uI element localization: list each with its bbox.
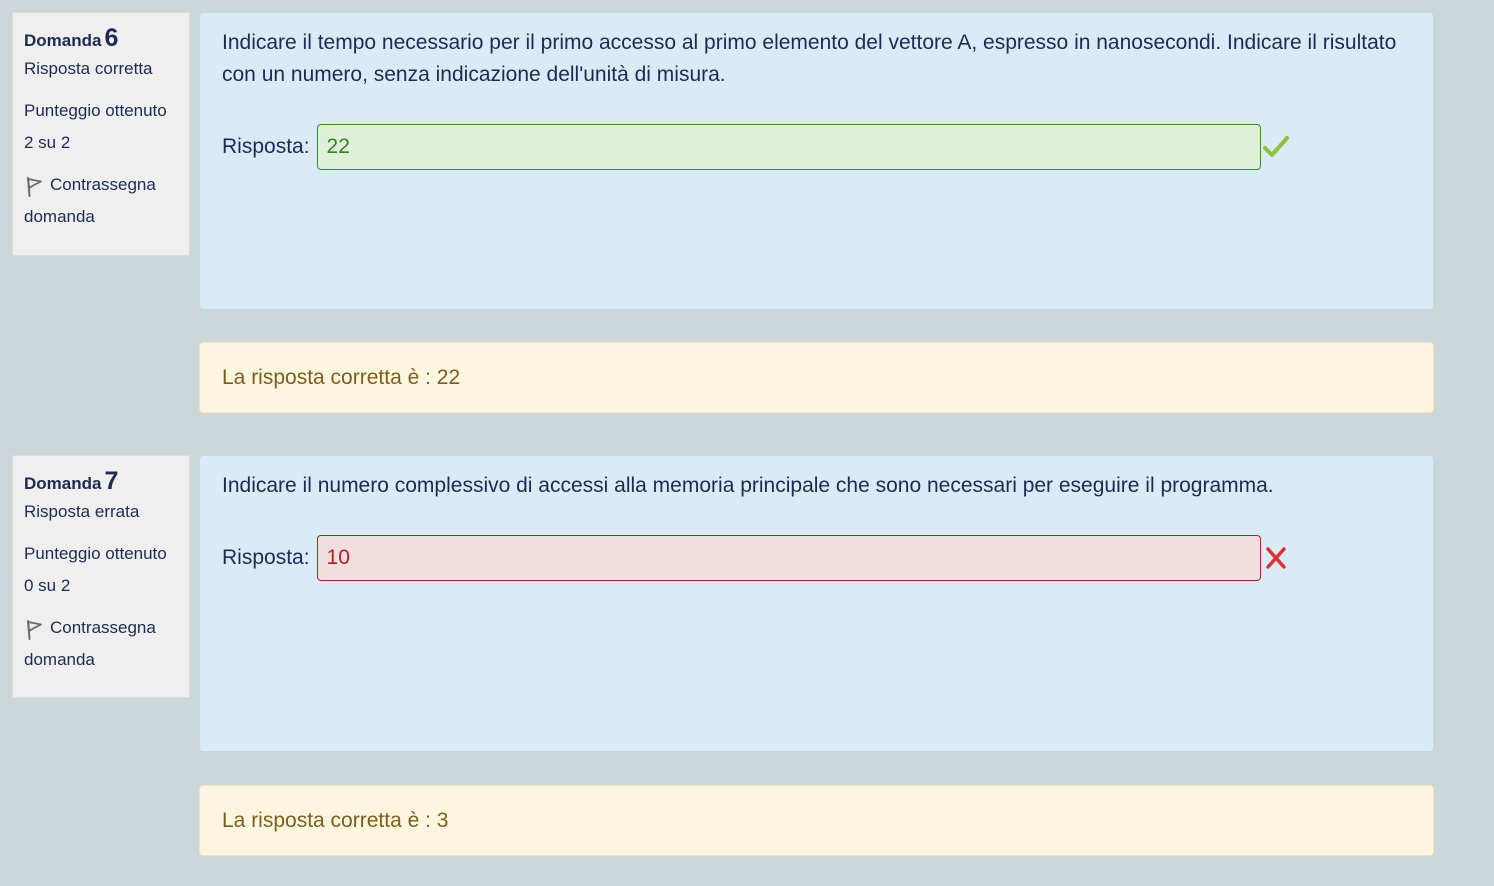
- question-text: Indicare il tempo necessario per il prim…: [222, 31, 1397, 86]
- correct-answer-feedback-6: La risposta corretta è : 22: [199, 342, 1434, 413]
- answer-label: Risposta:: [222, 546, 310, 569]
- answer-input[interactable]: [316, 124, 1261, 170]
- question-number: Domanda 7: [24, 466, 178, 496]
- question-grade: Punteggio ottenuto 2 su 2: [24, 95, 178, 159]
- question-number-value: 6: [104, 24, 119, 52]
- answer-label: Risposta:: [222, 135, 310, 158]
- question-formulation-6: Indicare il tempo necessario per il prim…: [199, 12, 1434, 310]
- question-text: Indicare il numero complessivo di access…: [222, 474, 1274, 497]
- grade-value: 0 su 2: [24, 576, 71, 595]
- grade-label: Punteggio ottenuto: [24, 544, 167, 563]
- cross-icon: [1265, 547, 1286, 569]
- question-number-value: 7: [104, 467, 119, 495]
- grade-label: Punteggio ottenuto: [24, 101, 167, 120]
- answer-block: Risposta:: [222, 123, 1290, 171]
- question-info-6: Domanda 6 Risposta corretta Punteggio ott…: [12, 12, 190, 256]
- answer-input[interactable]: [316, 535, 1261, 581]
- question-label: Domanda: [24, 31, 102, 50]
- question-formulation-7: Indicare il numero complessivo di access…: [199, 455, 1434, 752]
- question-label: Domanda: [24, 474, 102, 493]
- flag-question-link[interactable]: Contrassegna domanda: [24, 169, 178, 233]
- question-info-7: Domanda 7 Risposta errata Punteggio otten…: [12, 455, 190, 698]
- question-number: Domanda 6: [24, 23, 178, 53]
- answer-block: Risposta:: [222, 534, 1290, 582]
- checkmark-icon: [1262, 136, 1289, 157]
- flag-icon: [27, 177, 42, 197]
- question-state: Risposta corretta: [24, 59, 153, 78]
- flag-icon: [27, 620, 42, 640]
- correct-answer-feedback-7: La risposta corretta è : 3: [199, 785, 1434, 856]
- flag-question-link[interactable]: Contrassegna domanda: [24, 612, 178, 676]
- question-grade: Punteggio ottenuto 0 su 2: [24, 538, 178, 602]
- question-state: Risposta errata: [24, 502, 140, 521]
- grade-value: 2 su 2: [24, 133, 71, 152]
